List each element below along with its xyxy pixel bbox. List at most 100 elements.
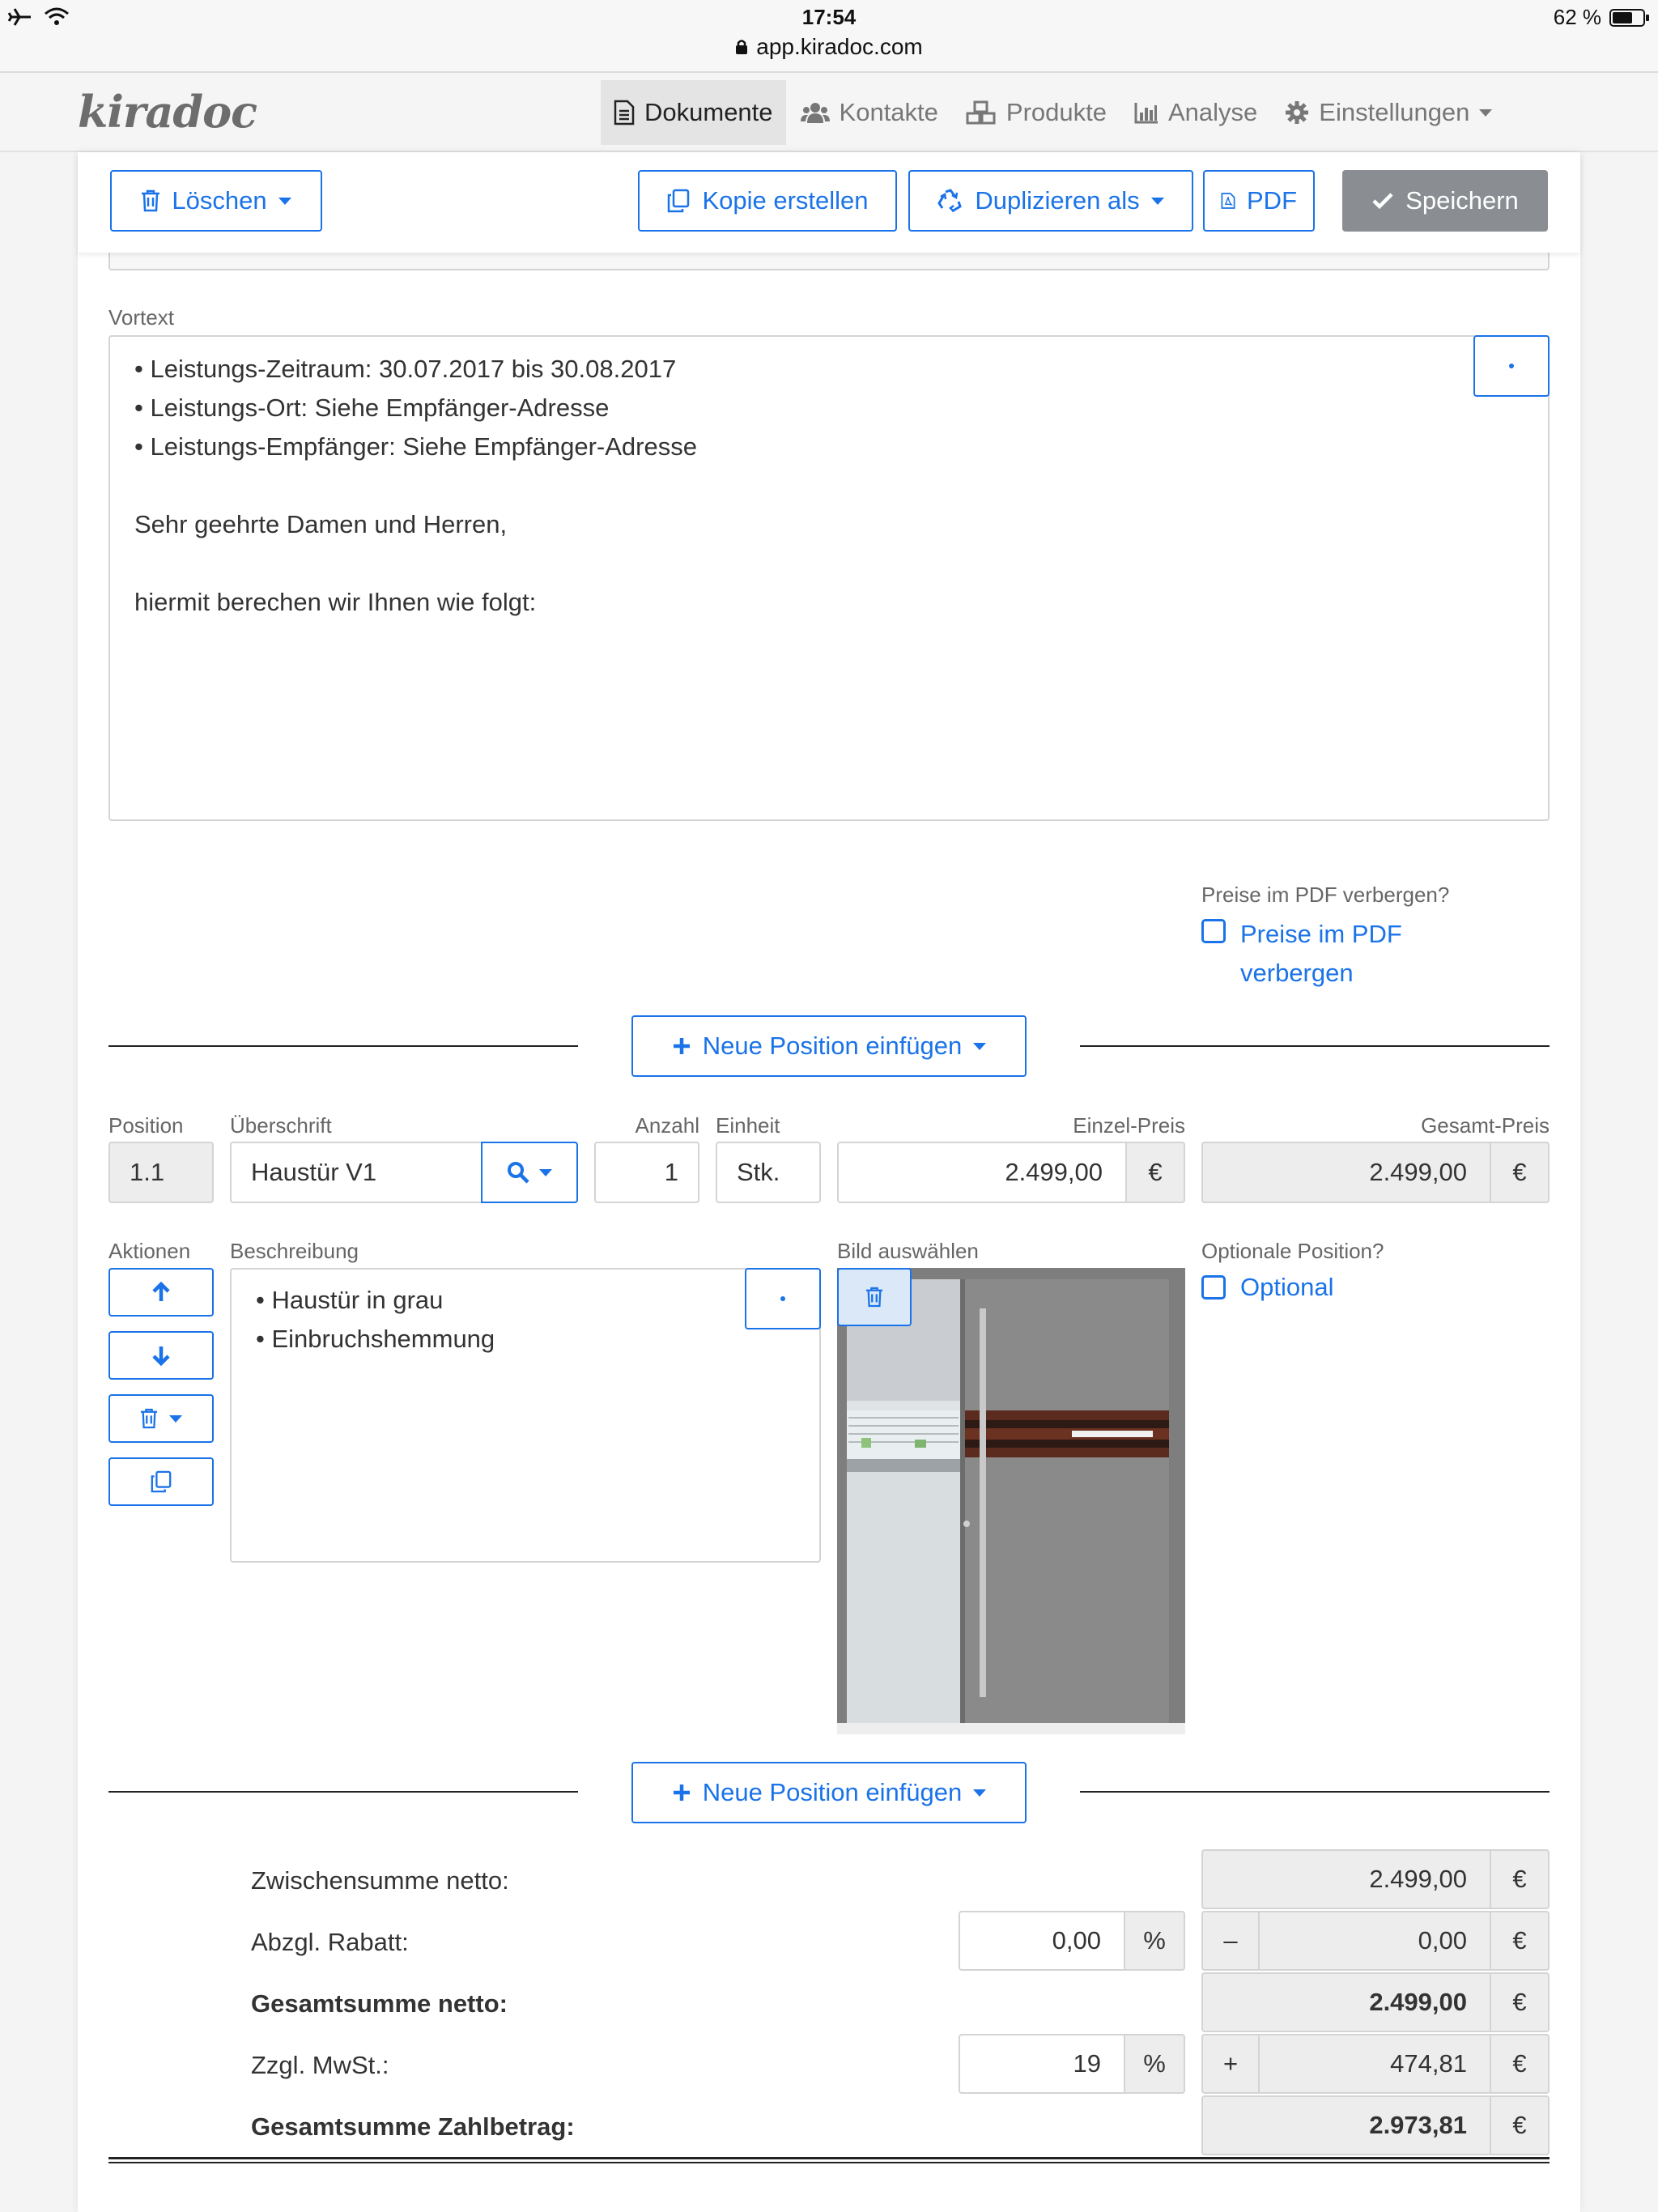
- vortext-line: [134, 466, 697, 505]
- hide-prices-checkbox[interactable]: [1201, 919, 1226, 943]
- unit-label: Einheit: [716, 1113, 780, 1138]
- url-bar[interactable]: app.kiradoc.com: [0, 34, 1658, 60]
- recycle-icon: [937, 189, 963, 213]
- unit-price-currency: €: [1125, 1142, 1185, 1203]
- insert-position-button-top[interactable]: Neue Position einfügen: [631, 1015, 1027, 1077]
- unit-input[interactable]: Stk.: [716, 1142, 821, 1203]
- move-up-button[interactable]: [108, 1268, 214, 1317]
- gear-icon: [1286, 101, 1309, 124]
- copy-button[interactable]: Kopie erstellen: [638, 170, 897, 232]
- divider: [1080, 1045, 1550, 1047]
- vortext-textarea[interactable]: • Leistungs-Zeitraum: 30.07.2017 bis 30.…: [108, 335, 1550, 821]
- document-toolbar: Löschen Kopie erstellen Duplizieren als …: [78, 152, 1580, 253]
- product-image-door[interactable]: [837, 1268, 1185, 1734]
- subtotal-field: 2.499,00: [1201, 1849, 1491, 1909]
- door-illustration: [837, 1268, 1185, 1734]
- chevron-down-icon: [1479, 108, 1493, 117]
- pdf-button-label: PDF: [1247, 186, 1297, 215]
- position-number-field: 1.1: [108, 1142, 214, 1203]
- pdf-file-icon: [1221, 193, 1235, 209]
- vortext-line: • Leistungs-Ort: Siehe Empfänger-Adresse: [134, 393, 610, 422]
- nav-dokumente-label: Dokumente: [644, 98, 773, 126]
- document-icon: [614, 100, 635, 125]
- heading-label: Überschrift: [230, 1113, 332, 1138]
- chevron-down-icon: [973, 1042, 987, 1050]
- dot-icon: [1509, 364, 1514, 368]
- plus-icon: [673, 1038, 690, 1054]
- arrow-down-icon: [152, 1346, 170, 1366]
- subtotal-label: Zwischensumme netto:: [251, 1866, 509, 1895]
- discount-percent-symbol: %: [1124, 1911, 1185, 1971]
- nav-produkte[interactable]: Produkte: [953, 80, 1120, 145]
- divider: [108, 1045, 578, 1047]
- position-label: Position: [108, 1113, 184, 1138]
- vortext-line: • Leistungs-Empfänger: Siehe Empfänger-A…: [134, 432, 697, 461]
- save-button-label: Speichern: [1405, 186, 1519, 215]
- users-icon: [800, 103, 830, 123]
- hide-prices-line-2: verbergen: [1240, 959, 1354, 987]
- description-line: • Einbruchshemmung: [256, 1325, 495, 1353]
- total-double-rule: [108, 2162, 1550, 2163]
- remove-image-button[interactable]: [837, 1268, 912, 1326]
- description-options-button[interactable]: [745, 1268, 821, 1329]
- delete-button[interactable]: Löschen: [110, 170, 322, 232]
- description-textarea[interactable]: • Haustür in grau • Einbruchshemmung: [230, 1268, 821, 1563]
- battery-icon: [1609, 8, 1649, 27]
- vortext-line: hiermit berechen wir Ihnen wie folgt:: [134, 588, 537, 616]
- total-price-currency: €: [1490, 1142, 1550, 1203]
- unit-price-input[interactable]: 2.499,00: [837, 1142, 1127, 1203]
- trash-icon: [142, 189, 160, 212]
- vortext-options-button[interactable]: [1473, 335, 1550, 397]
- image-label: Bild auswählen: [837, 1239, 979, 1263]
- main-nav: Dokumente Kontakte Produkte Analyse Eins…: [601, 80, 1505, 145]
- grand-total-currency: €: [1490, 2095, 1550, 2155]
- dot-icon: [780, 1296, 785, 1301]
- optional-label: Optionale Position?: [1201, 1239, 1384, 1263]
- copy-icon: [668, 189, 690, 213]
- hide-prices-checkbox-label[interactable]: Preise im PDF verbergen: [1240, 915, 1402, 993]
- actions-label: Aktionen: [108, 1239, 191, 1263]
- total-price-field: 2.499,00: [1201, 1142, 1491, 1203]
- product-search-button[interactable]: [481, 1142, 578, 1203]
- nav-einstellungen[interactable]: Einstellungen: [1272, 80, 1505, 145]
- copy-icon: [151, 1470, 172, 1493]
- heading-input[interactable]: Haustür V1: [230, 1142, 483, 1203]
- chevron-down-icon: [973, 1789, 987, 1797]
- status-time: 17:54: [801, 5, 857, 29]
- vortext-line: • Leistungs-Zeitraum: 30.07.2017 bis 30.…: [134, 355, 677, 383]
- brand-logo[interactable]: kiradoc: [78, 86, 257, 138]
- nav-analyse[interactable]: Analyse: [1121, 80, 1270, 145]
- pdf-button[interactable]: PDF: [1203, 170, 1315, 232]
- optional-checkbox[interactable]: [1201, 1275, 1226, 1300]
- duplicate-as-button[interactable]: Duplizieren als: [908, 170, 1193, 232]
- duplicate-as-label: Duplizieren als: [975, 186, 1140, 215]
- nav-kontakte-label: Kontakte: [839, 98, 938, 126]
- discount-amount-field: 0,00: [1258, 1911, 1491, 1971]
- copy-position-button[interactable]: [108, 1457, 214, 1506]
- chevron-down-icon: [169, 1414, 182, 1423]
- insert-position-button-bottom[interactable]: Neue Position einfügen: [631, 1762, 1027, 1823]
- url-text: app.kiradoc.com: [756, 34, 923, 59]
- copy-button-label: Kopie erstellen: [702, 186, 869, 215]
- insert-position-label: Neue Position einfügen: [702, 1032, 963, 1060]
- save-button[interactable]: Speichern: [1342, 170, 1548, 232]
- discount-label: Abzgl. Rabatt:: [251, 1928, 409, 1956]
- move-down-button[interactable]: [108, 1331, 214, 1380]
- optional-checkbox-label[interactable]: Optional: [1240, 1273, 1333, 1302]
- vortext-content: • Leistungs-Zeitraum: 30.07.2017 bis 30.…: [134, 350, 697, 622]
- divider: [108, 1791, 578, 1793]
- delete-position-button[interactable]: [108, 1394, 214, 1443]
- discount-percent-input[interactable]: 0,00: [959, 1911, 1125, 1971]
- vat-percent-input[interactable]: 19: [959, 2034, 1125, 2094]
- net-total-label: Gesamtsumme netto:: [251, 1989, 508, 2018]
- subtotal-currency: €: [1490, 1849, 1550, 1909]
- nav-kontakte[interactable]: Kontakte: [788, 80, 951, 145]
- vat-amount-field: 474,81: [1258, 2034, 1491, 2094]
- arrow-up-icon: [152, 1282, 170, 1301]
- chevron-down-icon: [539, 1168, 552, 1176]
- nav-einstellungen-label: Einstellungen: [1319, 98, 1470, 126]
- nav-dokumente[interactable]: Dokumente: [601, 80, 786, 145]
- delete-button-label: Löschen: [172, 186, 267, 215]
- quantity-input[interactable]: 1: [594, 1142, 699, 1203]
- divider: [1080, 1791, 1550, 1793]
